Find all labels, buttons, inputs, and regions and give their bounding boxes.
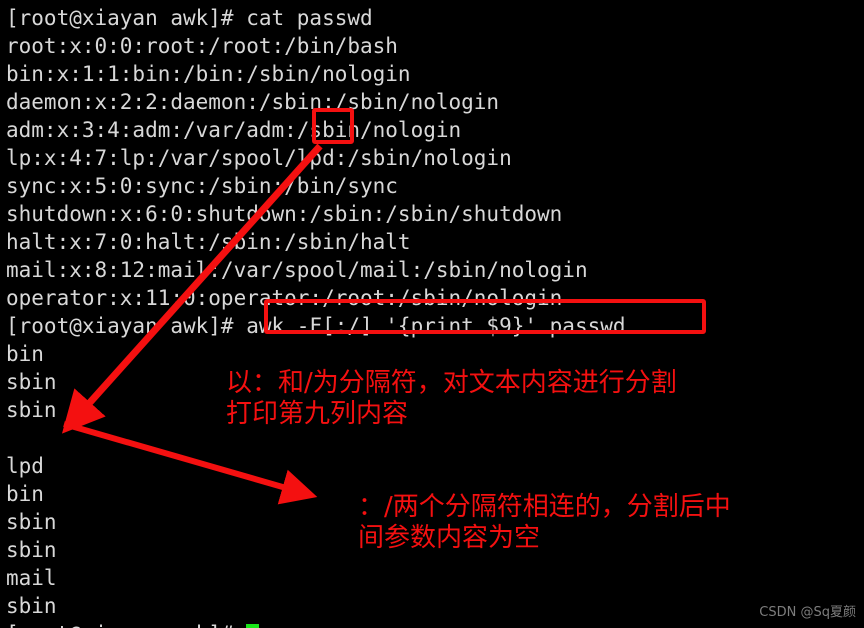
terminal-line: operator:x:11:0:operator:/root:/sbin/nol… <box>6 286 563 310</box>
terminal-line: halt:x:7:0:halt:/sbin:/sbin/halt <box>6 230 411 254</box>
terminal-line: sync:x:5:0:sync:/sbin:/bin/sync <box>6 174 398 198</box>
note-1-line-2: 打印第九列内容 <box>226 399 409 429</box>
terminal-line: daemon:x:2:2:daemon:/sbin:/sbin/nologin <box>6 90 500 114</box>
watermark: CSDN @Sq夏颜 <box>759 605 856 620</box>
terminal-line: bin:x:1:1:bin:/bin:/sbin/nologin <box>6 62 411 86</box>
terminal-prompt-line[interactable]: [root@xiayan awk]# <box>6 620 864 628</box>
terminal-line: mail <box>6 566 57 590</box>
annotation-note-empty-field: ：/两个分隔符相连的，分割后中 间参数内容为空 <box>358 492 731 554</box>
terminal-line: lp:x:4:7:lp:/var/spool/lpd:/sbin/nologin <box>6 146 512 170</box>
terminal-line: lpd <box>6 454 44 478</box>
terminal-screen: [root@xiayan awk]# cat passwd root:x:0:0… <box>0 0 864 628</box>
terminal-line: [root@xiayan awk]# cat passwd <box>6 6 373 30</box>
terminal-line: bin <box>6 342 44 366</box>
terminal-line: sbin <box>6 594 57 618</box>
annotation-note-delimiters: 以：和/为分隔符，对文本内容进行分割 打印第九列内容 <box>226 368 677 430</box>
terminal-line: root:x:0:0:root:/root:/bin/bash <box>6 34 398 58</box>
text-cursor <box>246 624 260 628</box>
note-2-line-2: 间参数内容为空 <box>358 523 541 553</box>
terminal-command-line: [root@xiayan awk]# awk -F[:/] '{print $9… <box>6 314 626 338</box>
terminal-line: shutdown:x:6:0:shutdown:/sbin:/sbin/shut… <box>6 202 563 226</box>
terminal-line: mail:x:8:12:mail:/var/spool/mail:/sbin/n… <box>6 258 588 282</box>
note-2-line-1: ：/两个分隔符相连的，分割后中 <box>358 492 731 522</box>
shell-prompt: [root@xiayan awk]# <box>6 622 246 628</box>
note-1-line-1: 以：和/为分隔符，对文本内容进行分割 <box>226 368 677 398</box>
terminal-line: adm:x:3:4:adm:/var/adm:/sbin/nologin <box>6 118 462 142</box>
